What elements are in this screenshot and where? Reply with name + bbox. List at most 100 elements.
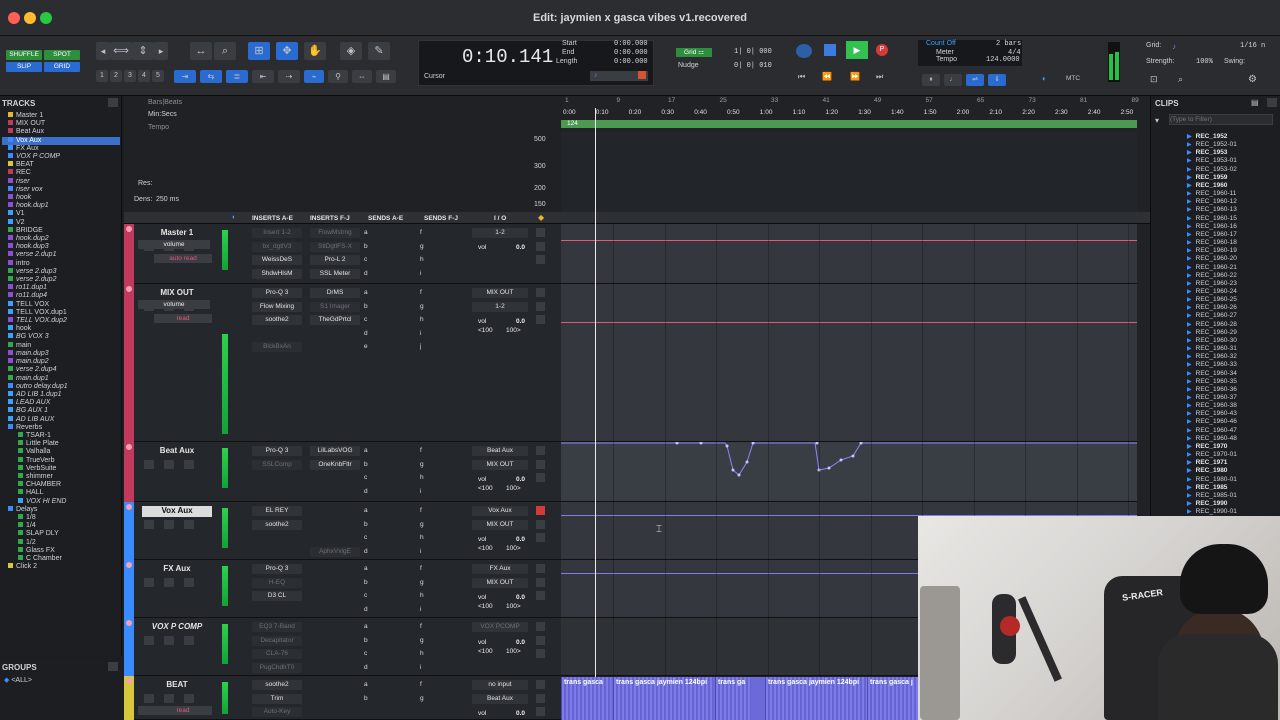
clip-expand-icon[interactable]: ▶ — [1187, 256, 1192, 262]
insert-slot[interactable]: ShdwHlsM — [252, 268, 302, 279]
clip-expand-icon[interactable]: ▶ — [1187, 289, 1192, 295]
tempo-marker[interactable]: 124 — [567, 120, 578, 127]
clip-filter-input[interactable] — [1169, 114, 1273, 125]
insert-slot[interactable]: OneKnbFltr — [310, 459, 360, 470]
send-slot-letter[interactable]: a — [364, 681, 368, 688]
clip-list-item[interactable]: ▶ REC_1960-36 — [1187, 386, 1277, 394]
send-slot-letter[interactable]: b — [364, 243, 368, 250]
track-side-button[interactable] — [536, 301, 545, 311]
tracks-menu-icon[interactable] — [108, 98, 118, 107]
insert-slot[interactable]: Pro-Q 3 — [252, 564, 302, 574]
scrubber-tool-icon[interactable]: ◈ — [340, 42, 362, 60]
grid-value[interactable]: 1| 0| 000 — [734, 48, 772, 56]
insert-slot[interactable]: EQ3 7-Band — [252, 622, 302, 632]
send-slot-letter[interactable]: c — [364, 650, 367, 657]
clip-expand-icon[interactable]: ▶ — [1187, 501, 1192, 507]
track-list-item[interactable]: BG AUX 1 — [2, 407, 120, 415]
send-slot-letter[interactable]: d — [364, 606, 368, 613]
track-list-item[interactable]: BG VOX 3 — [2, 333, 120, 341]
track-list-item[interactable]: intro — [2, 259, 120, 268]
track-side-button[interactable] — [536, 564, 545, 573]
selector-tool-icon[interactable]: ⊞ — [248, 42, 270, 60]
link-timeline-icon[interactable]: ⇆ — [200, 70, 222, 83]
track-list-item[interactable]: AD LIB AUX — [2, 415, 120, 424]
track-list-item[interactable]: TrueVerb — [2, 456, 120, 465]
send-slot-letter[interactable]: h — [420, 650, 424, 657]
track-side-button[interactable] — [536, 506, 545, 515]
track-name[interactable]: MIX OUT — [142, 288, 212, 299]
clip-expand-icon[interactable]: ▶ — [1187, 313, 1192, 319]
insert-slot[interactable]: H-EQ — [252, 577, 302, 588]
track-mute-button[interactable] — [184, 460, 194, 469]
clip-list-item[interactable]: ▶ REC_1952-01 — [1187, 141, 1277, 149]
track-mute-button[interactable] — [184, 636, 194, 645]
clip-list-item[interactable]: ▶ REC_1960-20 — [1187, 255, 1277, 263]
output-selector[interactable]: MIX OUT — [472, 577, 528, 588]
automation-follows-icon[interactable]: ⌁ — [304, 70, 324, 83]
track-rec-button[interactable] — [144, 636, 154, 645]
clip-list-item[interactable]: ▶ REC_1960-38 — [1187, 402, 1277, 410]
track-list-item[interactable]: Vox Aux — [2, 136, 120, 145]
volume-value[interactable]: 0.0 — [516, 536, 525, 543]
clip-expand-icon[interactable]: ▶ — [1187, 477, 1192, 483]
track-list-item[interactable]: V1 — [2, 210, 120, 218]
clip-expand-icon[interactable]: ▶ — [1187, 191, 1192, 197]
clip-list-item[interactable]: ▶ REC_1960-19 — [1187, 247, 1277, 255]
clip-expand-icon[interactable]: ▶ — [1187, 232, 1192, 238]
volume-value[interactable]: 0.0 — [516, 244, 525, 251]
playlist-icon[interactable]: ▤ — [376, 70, 396, 83]
track-list-item[interactable]: VOX HI END — [2, 497, 120, 506]
rewind-icon[interactable]: ⏪ — [822, 72, 832, 81]
track-side-button[interactable] — [536, 533, 545, 542]
count-off-label[interactable]: Count Off — [926, 40, 956, 47]
insert-slot[interactable]: TheGdPrtcl — [310, 315, 360, 325]
insert-slot[interactable]: Trim — [252, 693, 302, 704]
track-side-button[interactable] — [536, 446, 545, 455]
clip-list-item[interactable]: ▶ REC_1960-30 — [1187, 337, 1277, 345]
send-slot-letter[interactable]: g — [420, 303, 424, 310]
track-list-item[interactable]: TSAR-1 — [2, 431, 120, 440]
pan-left-value[interactable]: <100 — [478, 648, 493, 655]
send-slot-letter[interactable]: c — [364, 316, 367, 323]
clip-list-item[interactable]: ▶ REC_1953 — [1187, 149, 1277, 157]
insert-slot[interactable]: SSL Meter — [310, 268, 360, 279]
clip-expand-icon[interactable]: ▶ — [1187, 362, 1192, 368]
track-name[interactable]: Beat Aux — [142, 446, 212, 457]
grid-mode-button[interactable]: GRID — [44, 62, 80, 72]
track-list-item[interactable]: hook.dup2 — [2, 235, 120, 243]
track-row[interactable]: Vox Aux EL REY soothe2 AphxVxlgE a f b g c h d i Vox… — [124, 502, 561, 560]
zoom-preset-4[interactable]: 4 — [138, 70, 150, 82]
track-list-item[interactable]: verse 2.dup4 — [2, 366, 120, 374]
clip-expand-icon[interactable]: ▶ — [1187, 468, 1192, 474]
clip-list-item[interactable]: ▶ REC_1960-25 — [1187, 296, 1277, 304]
track-list-item[interactable]: V2 — [2, 218, 120, 227]
track-side-button[interactable] — [536, 707, 545, 716]
clip-list-item[interactable]: ▶ REC_1960-17 — [1187, 231, 1277, 239]
track-row[interactable]: BEATwavereadsoothe2TrimAuto-Keyafbgno in… — [124, 676, 561, 720]
track-side-button[interactable] — [536, 680, 545, 689]
clip-expand-icon[interactable]: ▶ — [1187, 297, 1192, 303]
send-slot-letter[interactable]: h — [420, 256, 424, 263]
track-expand-icon[interactable] — [126, 678, 132, 684]
clip-list-item[interactable]: ▶ REC_1953-01 — [1187, 157, 1277, 165]
audio-clip[interactable]: trans ga — [715, 677, 751, 720]
track-list-item[interactable]: 1/8 — [2, 513, 120, 522]
groups-menu-icon[interactable] — [108, 662, 118, 671]
zoom-preset-3[interactable]: 3 — [124, 70, 136, 82]
clip-list-item[interactable]: ▶ REC_1960-18 — [1187, 239, 1277, 247]
clip-expand-icon[interactable]: ▶ — [1187, 134, 1192, 140]
audio-clip[interactable]: trans gasca j — [867, 677, 919, 720]
track-side-button[interactable] — [536, 459, 545, 469]
send-slot-letter[interactable]: g — [420, 243, 424, 250]
clip-list-item[interactable]: ▶ REC_1970 — [1187, 443, 1277, 451]
settings-gear-icon[interactable]: ⚙ — [1248, 74, 1257, 85]
track-list-item[interactable]: Little Plate — [2, 440, 120, 448]
clip-list-item[interactable]: ▶ REC_1960-12 — [1187, 198, 1277, 206]
pan-right-value[interactable]: 100> — [506, 327, 521, 334]
pan-left-value[interactable]: <100 — [478, 545, 493, 552]
clip-expand-icon[interactable]: ▶ — [1187, 411, 1192, 417]
clip-list-item[interactable]: ▶ REC_1985 — [1187, 484, 1277, 492]
mixout-volume-line[interactable] — [561, 322, 1137, 323]
send-slot-letter[interactable]: g — [420, 579, 424, 586]
track-name[interactable]: Master 1 — [142, 228, 212, 239]
